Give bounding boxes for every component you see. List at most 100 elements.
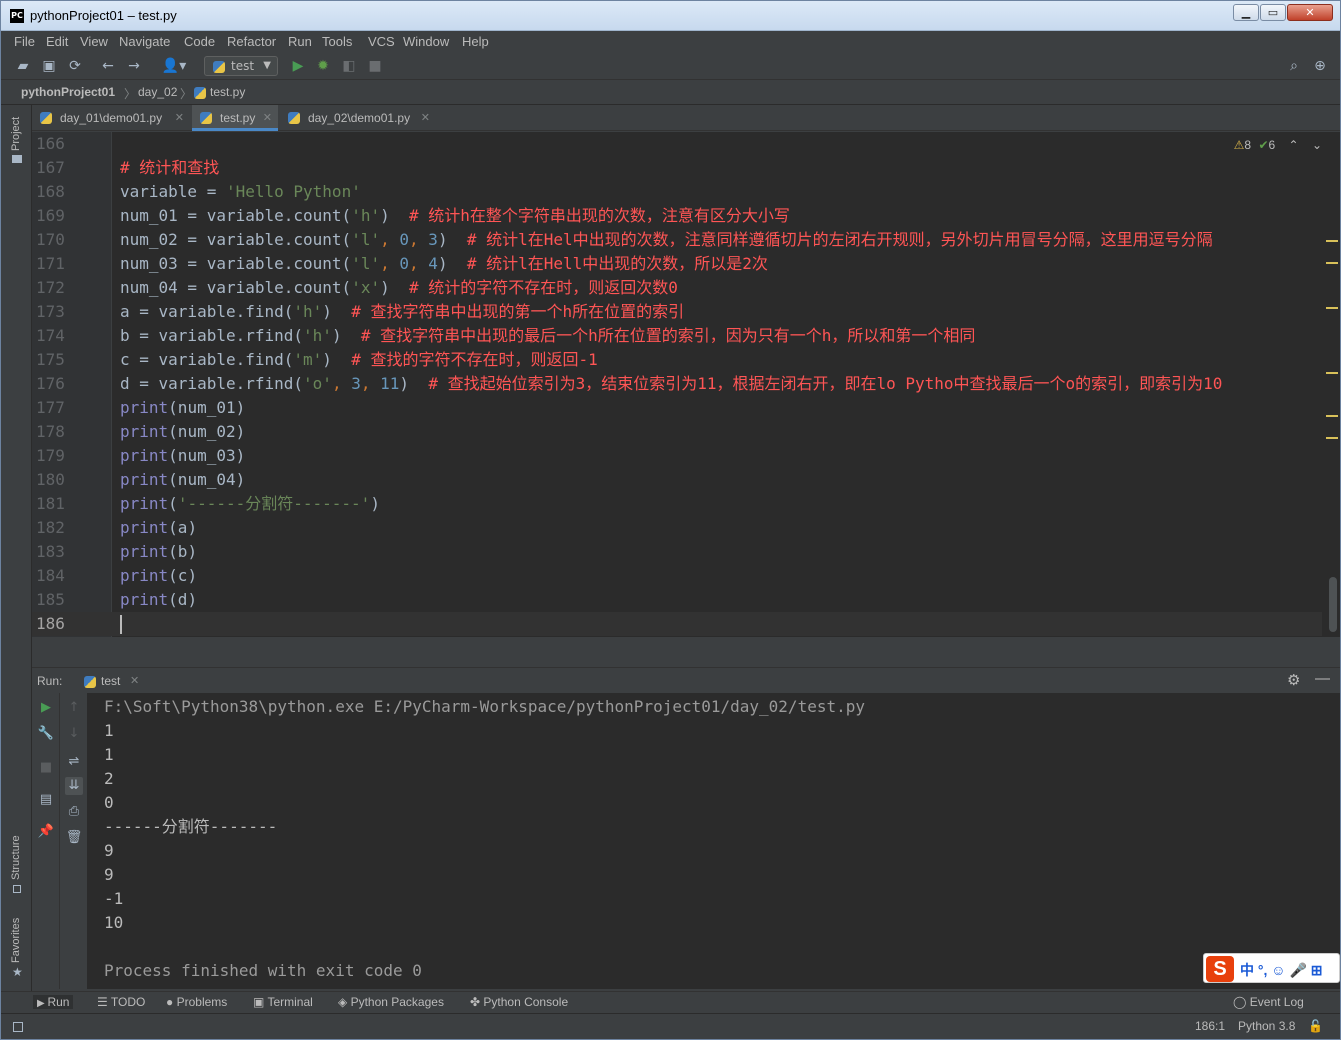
bottom-tab-python-console[interactable]: ✤ Python Console: [470, 995, 568, 1009]
menu-code[interactable]: Code: [184, 34, 215, 49]
user-icon[interactable]: 👤▾: [161, 58, 187, 75]
menu-navigate[interactable]: Navigate: [119, 34, 170, 49]
minimize-button[interactable]: ▁: [1233, 4, 1259, 21]
maximize-button[interactable]: ▭: [1260, 4, 1286, 21]
code-line[interactable]: 186: [32, 612, 1322, 636]
debug-icon[interactable]: ✹: [314, 58, 332, 75]
menu-help[interactable]: Help: [462, 34, 489, 49]
bottom-tab-python-packages[interactable]: ◈ Python Packages: [338, 995, 444, 1009]
run-icon[interactable]: ▶: [289, 58, 307, 75]
menu-run[interactable]: Run: [288, 34, 312, 49]
line-number: 166: [36, 134, 65, 153]
code-line[interactable]: 178 print(num_02): [32, 420, 1322, 444]
code-line[interactable]: 175 c = variable.find('m') # 查找的字符不存在时，则返…: [32, 348, 1322, 372]
run-configuration-select[interactable]: test ▼: [204, 56, 278, 76]
code-line[interactable]: 167 # 统计和查找: [32, 156, 1322, 180]
save-icon[interactable]: ▣: [40, 58, 58, 75]
bottom-tab-run[interactable]: ▶ Run: [33, 995, 74, 1009]
code-line[interactable]: 166: [32, 132, 1322, 156]
lock-icon[interactable]: 🔓: [1308, 1019, 1323, 1033]
menu-tools[interactable]: Tools: [322, 34, 352, 49]
tab-test-py[interactable]: test.py ✕: [192, 105, 278, 131]
stop-icon[interactable]: ■: [37, 759, 55, 777]
code-line[interactable]: 183 print(b): [32, 540, 1322, 564]
close-window-button[interactable]: ✕: [1287, 4, 1333, 21]
code-line[interactable]: 173 a = variable.find('h') # 查找字符串中出现的第一个…: [32, 300, 1322, 324]
wrench-icon[interactable]: 🔧: [37, 725, 55, 743]
console-line: ------分割符-------: [104, 817, 278, 836]
inspection-widget[interactable]: ⚠8 ✔6 ⌃ ⌄: [1234, 138, 1322, 152]
code-text: num_02 = variable.count('l', 0, 3) # 统计l…: [120, 230, 1213, 249]
bottom-tab-terminal[interactable]: ▣ Terminal: [253, 995, 313, 1009]
editor-scrollbar[interactable]: [1326, 132, 1340, 637]
close-tab-icon[interactable]: ✕: [175, 105, 184, 131]
back-arrow-icon[interactable]: ←: [99, 58, 117, 75]
menu-vcs[interactable]: VCS: [368, 34, 395, 49]
run-tab-test[interactable]: test: [101, 674, 120, 688]
pycharm-app-icon: PC: [10, 9, 24, 23]
code-line[interactable]: 168 variable = 'Hello Python': [32, 180, 1322, 204]
stop-icon[interactable]: ■: [366, 58, 384, 75]
print-icon[interactable]: ⎙: [65, 803, 83, 821]
sync-icon[interactable]: ⟳: [66, 58, 84, 75]
line-number: 183: [36, 542, 65, 561]
menu-edit[interactable]: Edit: [46, 34, 68, 49]
event-log-button[interactable]: ◯ Event Log: [1233, 995, 1304, 1009]
menu-refactor[interactable]: Refactor: [227, 34, 276, 49]
gear-icon[interactable]: ⚙: [1287, 671, 1300, 689]
code-line[interactable]: 184 print(c): [32, 564, 1322, 588]
down-arrow-icon[interactable]: ↓: [65, 725, 83, 743]
close-tab-icon[interactable]: ✕: [130, 674, 139, 687]
layout-icon[interactable]: ▤: [37, 791, 55, 809]
close-tab-icon[interactable]: ✕: [421, 105, 430, 131]
code-line[interactable]: 179 print(num_03): [32, 444, 1322, 468]
menu-file[interactable]: File: [14, 34, 35, 49]
trash-icon[interactable]: 🗑: [65, 829, 83, 847]
code-line[interactable]: 182 print(a): [32, 516, 1322, 540]
coverage-icon[interactable]: ◧: [340, 58, 358, 75]
menu-view[interactable]: View: [80, 34, 108, 49]
code-line[interactable]: 169 num_01 = variable.count('h') # 统计h在整个…: [32, 204, 1322, 228]
bottom-tool-bar: ▶ Run ☰ TODO ● Problems ▣ Terminal ◈ Pyt…: [1, 991, 1340, 1013]
bottom-tab-problems[interactable]: ● Problems: [166, 995, 227, 1009]
ime-toolbar[interactable]: S 中 °, ☺ 🎤 ⊞: [1203, 953, 1340, 983]
code-line[interactable]: 172 num_04 = variable.count('x') # 统计的字符不…: [32, 276, 1322, 300]
rerun-icon[interactable]: ▶: [37, 699, 55, 717]
menu-window[interactable]: Window: [403, 34, 449, 49]
pin-icon[interactable]: 📌: [37, 823, 55, 841]
structure-tool-label[interactable]: Structure: [10, 835, 22, 880]
code-line[interactable]: 174 b = variable.rfind('h') # 查找字符串中出现的最后…: [32, 324, 1322, 348]
project-tool-label[interactable]: Project: [10, 117, 22, 151]
open-folder-icon[interactable]: ▰: [14, 58, 32, 75]
soft-wrap-icon[interactable]: ⇌: [65, 753, 83, 771]
code-line[interactable]: 176 d = variable.rfind('o', 3, 11) # 查找起始…: [32, 372, 1322, 396]
close-tab-icon[interactable]: ✕: [263, 105, 272, 131]
scroll-to-end-icon[interactable]: ⇊: [65, 777, 83, 795]
code-line[interactable]: 171 num_03 = variable.count('l', 0, 4) # …: [32, 252, 1322, 276]
tab-day02-demo01[interactable]: day_02\demo01.py ✕: [280, 105, 436, 131]
tab-day01-demo01[interactable]: day_01\demo01.py ✕: [32, 105, 190, 131]
run-console-output[interactable]: F:\Soft\Python38\python.exe E:/PyCharm-W…: [88, 693, 1340, 989]
search-icon[interactable]: ⌕: [1285, 58, 1303, 75]
scrollbar-thumb[interactable]: [1329, 577, 1337, 632]
bottom-tab-todo[interactable]: ☰ TODO: [97, 995, 145, 1009]
up-arrow-icon[interactable]: ↑: [65, 699, 83, 717]
hide-panel-icon[interactable]: —: [1315, 670, 1330, 687]
chevron-up-icon[interactable]: ⌃: [1289, 138, 1299, 152]
chevron-down-icon[interactable]: ⌄: [1312, 138, 1322, 152]
code-line[interactable]: 177 print(num_01): [32, 396, 1322, 420]
favorites-tool-label[interactable]: Favorites: [10, 918, 22, 963]
code-line[interactable]: 181 print('------分割符-------'): [32, 492, 1322, 516]
code-line[interactable]: 170 num_02 = variable.count('l', 0, 3) # …: [32, 228, 1322, 252]
code-line[interactable]: 185 print(d): [32, 588, 1322, 612]
breadcrumb-project[interactable]: pythonProject01: [21, 85, 115, 99]
tool-window-toggle-icon[interactable]: [13, 1022, 23, 1032]
zoom-icon[interactable]: ⊕: [1311, 58, 1329, 75]
python-interpreter[interactable]: Python 3.8: [1238, 1019, 1295, 1033]
breadcrumb-file[interactable]: test.py: [210, 85, 245, 99]
caret-position[interactable]: 186:1: [1195, 1019, 1225, 1033]
breadcrumb-folder[interactable]: day_02: [138, 85, 177, 99]
code-editor[interactable]: 166 167 # 统计和查找 168 variable = 'Hello Python…: [32, 132, 1340, 637]
forward-arrow-icon[interactable]: →: [125, 58, 143, 75]
code-line[interactable]: 180 print(num_04): [32, 468, 1322, 492]
